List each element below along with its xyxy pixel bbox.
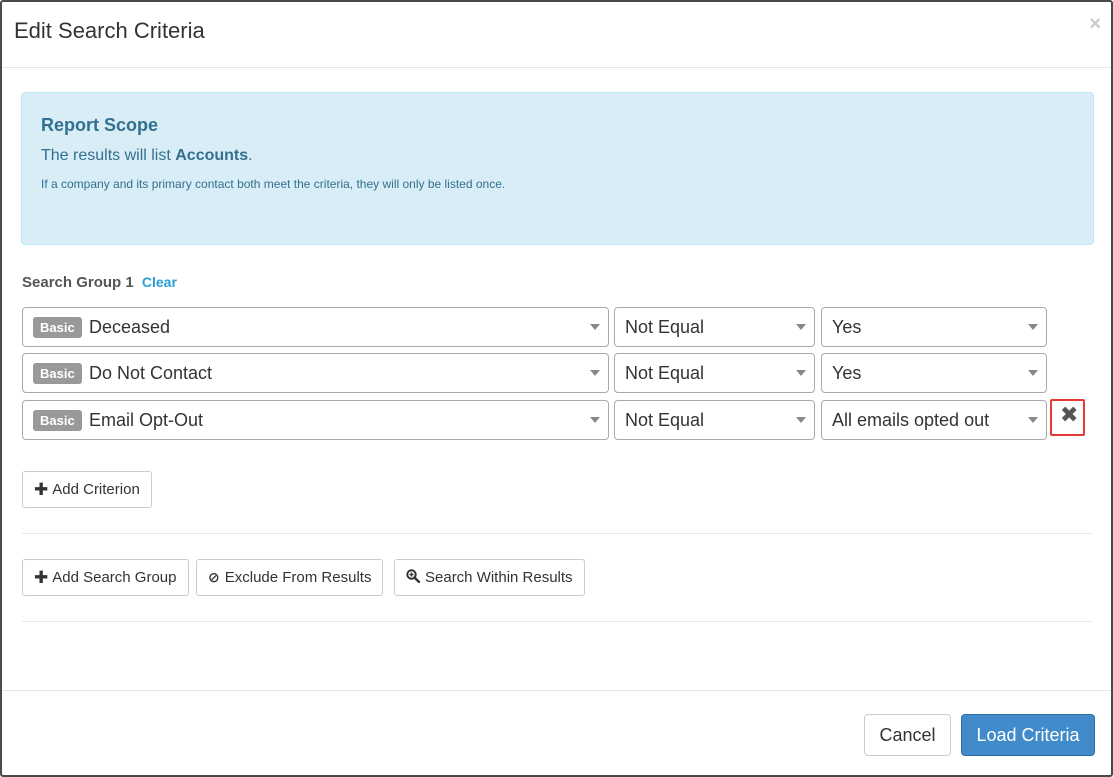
search-group-header: Search Group 1 Clear [22, 274, 177, 291]
scope-line-suffix: . [248, 147, 253, 164]
report-scope-panel: Report Scope The results will list Accou… [21, 92, 1094, 245]
value-select[interactable]: All emails opted out [821, 400, 1047, 440]
add-search-group-label: Add Search Group [52, 569, 177, 586]
divider [22, 621, 1093, 622]
add-criterion-button[interactable]: ✚ Add Criterion [22, 471, 152, 508]
scope-line-prefix: The results will list [41, 147, 176, 164]
exclude-from-results-label: Exclude From Results [224, 569, 372, 586]
modal-title: Edit Search Criteria [14, 18, 205, 43]
field-value: Deceased [89, 317, 171, 337]
cancel-button[interactable]: Cancel [864, 714, 951, 756]
operator-value: Not Equal [625, 317, 705, 337]
divider [22, 533, 1093, 534]
operator-select[interactable]: Not Equal [614, 307, 815, 347]
criterion-row: Basic Email Opt-Out Not Equal All emails… [22, 399, 1092, 440]
edit-search-criteria-modal: Edit Search Criteria × Report Scope The … [0, 0, 1113, 777]
zoom-in-icon [406, 569, 421, 586]
add-criterion-label: Add Criterion [52, 481, 140, 498]
field-value: Do Not Contact [89, 363, 213, 383]
field-value: Email Opt-Out [89, 410, 204, 430]
clear-group-link[interactable]: Clear [142, 274, 177, 290]
scope-description: The results will list Accounts. [41, 147, 253, 165]
operator-select[interactable]: Not Equal [614, 400, 815, 440]
caret-down-icon [1028, 370, 1038, 376]
scope-entity: Accounts [175, 147, 249, 164]
search-group-label: Search Group 1 [22, 274, 134, 291]
remove-criterion-button[interactable]: ✖ [1050, 399, 1085, 436]
caret-down-icon [590, 417, 600, 423]
value-select[interactable]: Yes [821, 353, 1047, 393]
criterion-value: Yes [832, 363, 862, 383]
caret-down-icon [590, 370, 600, 376]
field-select[interactable]: Basic Deceased [22, 307, 609, 347]
criterion-value: Yes [832, 317, 862, 337]
plus-icon: ✚ [34, 567, 49, 587]
caret-down-icon [590, 324, 600, 330]
criterion-row: Basic Do Not Contact Not Equal Yes [22, 353, 1092, 393]
search-within-results-button[interactable]: Search Within Results [394, 559, 585, 596]
operator-select[interactable]: Not Equal [614, 353, 815, 393]
modal-header: Edit Search Criteria × [2, 2, 1111, 68]
scope-note: If a company and its primary contact bot… [41, 177, 506, 191]
scope-title: Report Scope [41, 115, 159, 135]
remove-icon: ✖ [1060, 402, 1079, 427]
exclude-from-results-button[interactable]: ⊘ Exclude From Results [196, 559, 384, 596]
basic-badge: Basic [33, 363, 82, 384]
field-select[interactable]: Basic Email Opt-Out [22, 400, 609, 440]
operator-value: Not Equal [625, 410, 705, 430]
operator-value: Not Equal [625, 363, 705, 383]
criterion-row: Basic Deceased Not Equal Yes [22, 307, 1092, 347]
close-icon[interactable]: × [1089, 14, 1101, 34]
modal-footer-divider [2, 690, 1111, 691]
ban-icon: ⊘ [208, 569, 220, 585]
basic-badge: Basic [33, 410, 82, 431]
caret-down-icon [796, 324, 806, 330]
criterion-value: All emails opted out [832, 410, 990, 430]
caret-down-icon [796, 370, 806, 376]
caret-down-icon [1028, 417, 1038, 423]
field-select[interactable]: Basic Do Not Contact [22, 353, 609, 393]
load-criteria-button[interactable]: Load Criteria [961, 714, 1095, 756]
plus-icon: ✚ [34, 479, 49, 499]
add-search-group-button[interactable]: ✚ Add Search Group [22, 559, 189, 596]
search-within-results-label: Search Within Results [425, 569, 573, 586]
caret-down-icon [796, 417, 806, 423]
value-select[interactable]: Yes [821, 307, 1047, 347]
caret-down-icon [1028, 324, 1038, 330]
basic-badge: Basic [33, 317, 82, 338]
